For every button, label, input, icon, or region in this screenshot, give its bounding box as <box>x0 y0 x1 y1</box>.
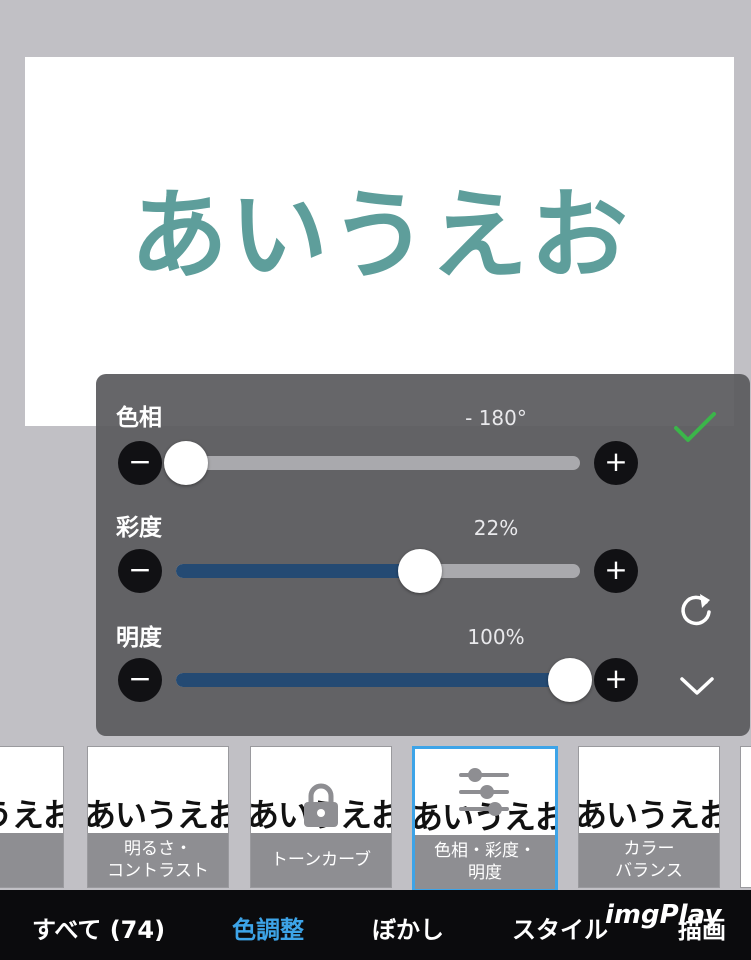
hue-value: - 180° <box>465 406 527 430</box>
filter-caption-line2: バランス <box>615 861 683 881</box>
brightness-slider-fill <box>176 673 580 687</box>
filter-caption-line2: コントラスト <box>107 861 209 881</box>
chevron-down-icon[interactable] <box>678 674 716 698</box>
brightness-slider-track[interactable] <box>176 673 580 687</box>
saturation-slider-track[interactable] <box>176 564 580 578</box>
lock-icon <box>304 783 338 827</box>
hue-slider-thumb[interactable] <box>164 441 208 485</box>
watermark-logo: imgPlay <box>605 900 722 930</box>
filter-caption-line1: カラー <box>623 839 675 859</box>
filter-thumbnail-partial-right[interactable] <box>740 746 751 888</box>
filter-caption: し <box>0 833 63 887</box>
checkmark-icon[interactable] <box>672 410 718 446</box>
saturation-plus-button[interactable]: + <box>594 549 638 593</box>
filter-caption: 明るさ・ コントラスト <box>88 833 228 887</box>
saturation-minus-button[interactable]: − <box>118 549 162 593</box>
filter-thumbnail-color-balance[interactable]: あいうえお カラー バランス <box>578 746 720 888</box>
brightness-slider-thumb[interactable] <box>548 658 592 702</box>
filter-caption: 色相・彩度・ 明度 <box>415 835 555 889</box>
brightness-label: 明度 <box>116 625 162 651</box>
sliders-icon <box>459 768 509 816</box>
filter-preview-text: あいうえお <box>578 796 720 834</box>
hue-label: 色相 <box>116 405 162 431</box>
filter-thumbnail-partial[interactable]: あいうえお し <box>0 746 64 888</box>
filter-thumbnail-strip[interactable]: あいうえお し あいうえお 明るさ・ コントラスト あいうえお トーンカーブ あ… <box>0 738 751 890</box>
canvas-text: あいうえお <box>130 179 631 293</box>
filter-caption: トーンカーブ <box>251 833 391 887</box>
filter-preview-text: あいうえお <box>87 796 229 834</box>
tab-color-adjust[interactable]: 色調整 <box>232 910 304 945</box>
filter-caption-line2: 明度 <box>468 863 502 883</box>
filter-thumbnail-hue-saturation[interactable]: あいうえお 色相・彩度・ 明度 <box>412 746 558 890</box>
filter-caption-line1: し <box>0 849 2 871</box>
brightness-value: 100% <box>467 625 525 649</box>
refresh-icon[interactable] <box>676 590 716 630</box>
saturation-slider-fill <box>176 564 423 578</box>
hue-slider-track[interactable] <box>176 456 580 470</box>
hue-saturation-panel: 色相 - 180° − + 彩度 22% − + 明度 100% − + <box>96 374 750 736</box>
brightness-plus-button[interactable]: + <box>594 658 638 702</box>
filter-caption-line1: 色相・彩度・ <box>434 841 536 861</box>
brightness-minus-button[interactable]: − <box>118 658 162 702</box>
hue-plus-button[interactable]: + <box>594 441 638 485</box>
tab-all[interactable]: すべて (74) <box>32 910 165 945</box>
tab-style[interactable]: スタイル <box>512 910 608 945</box>
filter-caption-line1: 明るさ・ <box>124 839 192 859</box>
filter-preview-text: あいうえお <box>0 796 63 834</box>
filter-caption-line1: トーンカーブ <box>270 850 372 870</box>
saturation-slider-thumb[interactable] <box>398 549 443 593</box>
image-canvas: あいうえお <box>25 57 734 426</box>
filter-thumbnail-tone-curve[interactable]: あいうえお トーンカーブ <box>250 746 392 888</box>
filter-caption: カラー バランス <box>579 833 719 887</box>
filter-thumbnail-brightness-contrast[interactable]: あいうえお 明るさ・ コントラスト <box>87 746 229 888</box>
tab-blur[interactable]: ぼかし <box>372 910 444 945</box>
hue-minus-button[interactable]: − <box>118 441 162 485</box>
saturation-value: 22% <box>473 516 519 540</box>
saturation-label: 彩度 <box>116 515 162 541</box>
